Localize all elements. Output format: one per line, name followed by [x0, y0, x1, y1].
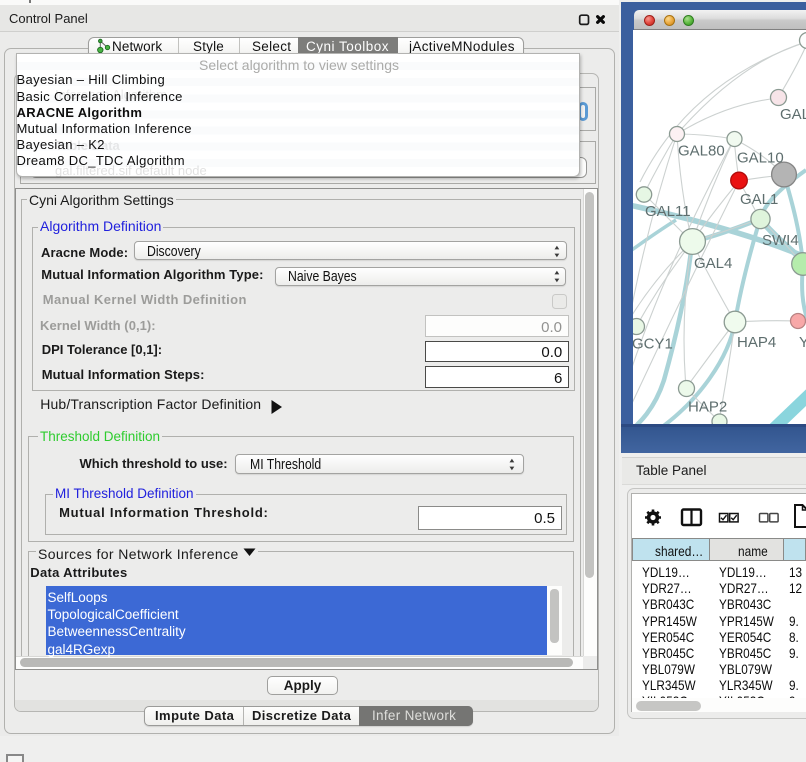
svg-text:HAP4: HAP4	[737, 334, 776, 351]
svg-text:SWI4: SWI4	[762, 232, 799, 249]
svg-text:HAP2: HAP2	[688, 399, 727, 416]
svg-text:GAL11: GAL11	[645, 203, 691, 220]
svg-text:GAL80: GAL80	[678, 143, 725, 160]
svg-text:GAL1: GAL1	[740, 191, 778, 208]
svg-text:GCY1: GCY1	[633, 336, 673, 353]
svg-text:GAL4: GAL4	[694, 255, 732, 272]
svg-text:GAL10: GAL10	[737, 150, 784, 167]
svg-text:GAL7: GAL7	[780, 106, 806, 123]
svg-text:Y: Y	[799, 334, 806, 351]
